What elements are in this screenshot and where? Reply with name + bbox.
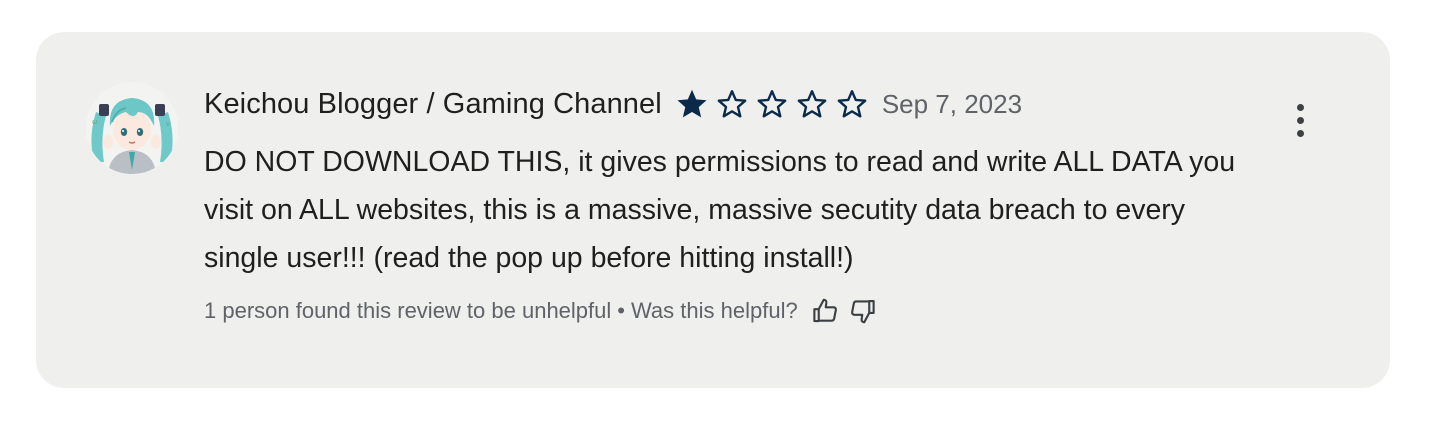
star-filled-icon (674, 86, 710, 122)
svg-text:ν: ν (166, 120, 170, 128)
review-footer: 1 person found this review to be unhelpf… (204, 294, 880, 328)
more-vert-icon-dot (1296, 116, 1304, 124)
star-empty-icon (714, 86, 750, 122)
thumbs-up-button[interactable] (808, 294, 842, 328)
star-empty-icon (754, 86, 790, 122)
star-rating (674, 86, 870, 122)
review-text: DO NOT DOWNLOAD THIS, it gives permissio… (204, 146, 1236, 274)
thumbs-down-icon (850, 299, 875, 324)
star-empty-icon (834, 86, 870, 122)
avatar: ω ν (86, 82, 178, 174)
review-card: ω ν Keichou Blogger / Gaming Channel Sep… (36, 32, 1390, 388)
more-vert-icon-dot (1296, 129, 1304, 137)
more-options-button[interactable] (1288, 98, 1312, 142)
thumbs-down-button[interactable] (846, 294, 880, 328)
author-name: Keichou Blogger / Gaming Channel (204, 87, 662, 120)
anime-avatar-image: ω ν (86, 82, 178, 174)
review-header: Keichou Blogger / Gaming Channel Sep 7, … (204, 84, 1022, 124)
review-date: Sep 7, 2023 (881, 88, 1023, 119)
more-vert-icon (1296, 103, 1304, 111)
svg-text:ω: ω (92, 118, 98, 126)
star-empty-icon (794, 86, 830, 122)
thumbs-up-icon (813, 298, 837, 323)
helpful-count: 1 person found this review to be unhelpf… (204, 298, 612, 323)
helpful-prompt: Was this helpful? (630, 298, 798, 323)
separator: • (617, 298, 625, 323)
